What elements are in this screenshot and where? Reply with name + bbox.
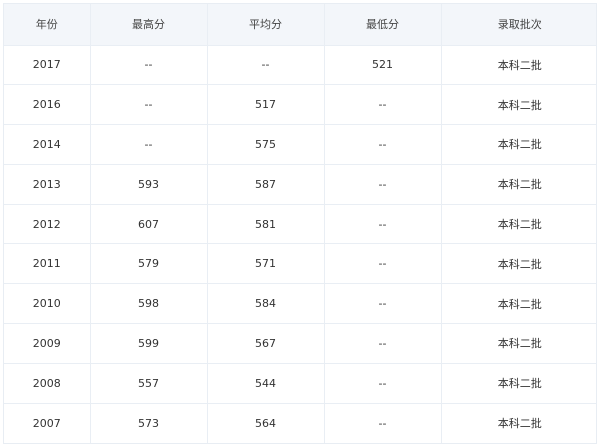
cell-year: 2010	[4, 283, 91, 325]
cell-year: 2017	[4, 45, 91, 86]
table-row: 2013 593 587 -- 本科二批	[4, 164, 596, 205]
cell-average-score: --	[207, 45, 325, 86]
cell-admission-batch: 本科二批	[441, 323, 596, 364]
header-year: 年份	[4, 4, 91, 46]
header-admission-batch: 录取批次	[441, 4, 596, 46]
cell-highest-score: --	[90, 124, 208, 165]
cell-year: 2009	[4, 323, 91, 364]
cell-average-score: 571	[207, 243, 325, 285]
table-row: 2007 573 564 -- 本科二批	[4, 403, 596, 443]
cell-highest-score: 607	[90, 204, 208, 245]
cell-average-score: 564	[207, 403, 325, 443]
admission-score-table: 年份 最高分 平均分 最低分 录取批次 2017 -- -- 521 本科二批 …	[4, 4, 596, 443]
cell-lowest-score: --	[324, 363, 442, 404]
cell-average-score: 517	[207, 84, 325, 126]
cell-year: 2016	[4, 84, 91, 126]
cell-lowest-score: --	[324, 403, 442, 443]
table-row: 2017 -- -- 521 本科二批	[4, 45, 596, 86]
table-header-row: 年份 最高分 平均分 最低分 录取批次	[4, 4, 596, 46]
table-row: 2009 599 567 -- 本科二批	[4, 323, 596, 364]
header-highest-score: 最高分	[90, 4, 208, 46]
cell-lowest-score: --	[324, 323, 442, 364]
cell-lowest-score: --	[324, 204, 442, 245]
table-row: 2010 598 584 -- 本科二批	[4, 283, 596, 325]
cell-highest-score: 579	[90, 243, 208, 285]
cell-year: 2007	[4, 403, 91, 443]
cell-average-score: 581	[207, 204, 325, 245]
table-row: 2016 -- 517 -- 本科二批	[4, 84, 596, 126]
cell-highest-score: 573	[90, 403, 208, 443]
cell-lowest-score: --	[324, 283, 442, 325]
cell-highest-score: 557	[90, 363, 208, 404]
header-lowest-score: 最低分	[324, 4, 442, 46]
cell-average-score: 587	[207, 164, 325, 205]
cell-year: 2014	[4, 124, 91, 165]
cell-average-score: 575	[207, 124, 325, 165]
table-row: 2012 607 581 -- 本科二批	[4, 204, 596, 245]
cell-average-score: 544	[207, 363, 325, 404]
cell-lowest-score: 521	[324, 45, 442, 86]
cell-highest-score: --	[90, 84, 208, 126]
cell-admission-batch: 本科二批	[497, 417, 542, 431]
cell-year: 2012	[4, 204, 91, 245]
cell-admission-batch: 本科二批	[441, 164, 596, 205]
cell-admission-batch: 本科二批	[441, 84, 596, 126]
cell-highest-score: 593	[90, 164, 208, 205]
cell-lowest-score: --	[324, 84, 442, 126]
cell-highest-score: 599	[90, 323, 208, 364]
cell-highest-score: 598	[90, 283, 208, 325]
cell-admission-batch: 本科二批	[441, 363, 596, 404]
cell-lowest-score: --	[324, 124, 442, 165]
cell-lowest-score: --	[324, 164, 442, 205]
cell-admission-batch: 本科二批	[441, 124, 596, 165]
cell-highest-score: --	[90, 45, 208, 86]
cell-lowest-score: --	[324, 243, 442, 285]
cell-year: 2011	[4, 243, 91, 285]
cell-admission-batch: 本科二批	[441, 243, 596, 285]
cell-admission-batch: 本科二批	[441, 45, 596, 86]
cell-year: 2008	[4, 363, 91, 404]
cell-admission-batch: 本科二批	[441, 204, 596, 245]
cell-admission-batch: 本科二批	[441, 283, 596, 325]
cell-average-score: 584	[207, 283, 325, 325]
score-table-container: 年份 最高分 平均分 最低分 录取批次 2017 -- -- 521 本科二批 …	[3, 3, 597, 444]
table-row: 2008 557 544 -- 本科二批	[4, 363, 596, 404]
table-row: 2014 -- 575 -- 本科二批	[4, 124, 596, 165]
header-average-score: 平均分	[207, 4, 325, 46]
cell-year: 2013	[4, 164, 91, 205]
table-row: 2011 579 571 -- 本科二批	[4, 243, 596, 285]
cell-average-score: 567	[207, 323, 325, 364]
